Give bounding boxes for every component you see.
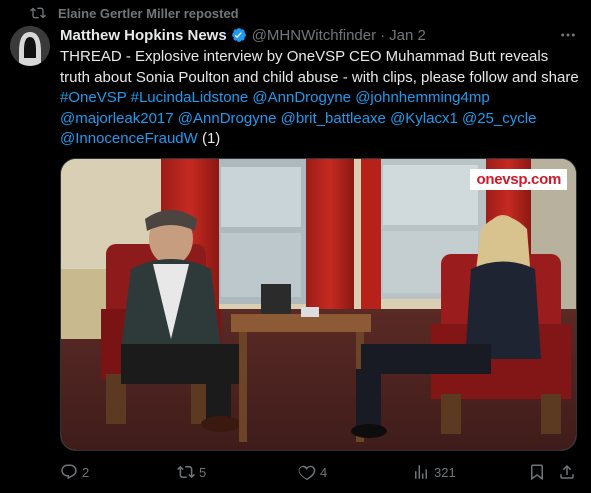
share-icon xyxy=(560,464,574,479)
repost-icon xyxy=(177,465,195,479)
separator-dot: · xyxy=(380,26,386,44)
author-name[interactable]: Matthew Hopkins News xyxy=(60,27,227,44)
repost-text: Elaine Gertler Miller reposted xyxy=(58,5,239,21)
tweet-date[interactable]: Jan 2 xyxy=(389,27,426,44)
hashtag-link[interactable]: #OneVSP xyxy=(60,89,126,106)
views-chart-icon xyxy=(415,465,427,479)
mention-link[interactable]: @Kylacx1 xyxy=(390,110,458,127)
mention-link[interactable]: @majorleak2017 xyxy=(60,110,174,127)
bookmark-icon xyxy=(531,464,543,481)
reply-button[interactable]: 2 xyxy=(60,462,89,482)
tweet-media-video[interactable]: onevsp.com xyxy=(60,158,577,451)
watermark-logo: onevsp.com xyxy=(470,169,567,190)
repost-icon xyxy=(30,7,46,19)
heart-icon xyxy=(298,465,316,481)
mention-link[interactable]: @AnnDrogyne xyxy=(252,89,351,106)
interview-scene-image xyxy=(61,159,576,450)
bookmark-button[interactable] xyxy=(528,462,546,482)
mention-link[interactable]: @25_cycle xyxy=(462,110,536,127)
mention-link[interactable]: @AnnDrogyne xyxy=(178,110,277,127)
tweet-header: Matthew Hopkins News @MHNWitchfinder · J… xyxy=(60,25,426,45)
more-options-icon[interactable] xyxy=(557,25,579,45)
thread-counter: (1) xyxy=(201,130,221,147)
repost-button[interactable]: 5 xyxy=(177,462,206,482)
tweet-actions: 2 5 4 321 xyxy=(60,462,580,482)
author-avatar[interactable] xyxy=(10,26,50,66)
mention-link[interactable]: @brit_battleaxe xyxy=(281,110,386,127)
tweet-text: THREAD - Explosive interview by OneVSP C… xyxy=(60,47,580,150)
views-button[interactable]: 321 xyxy=(412,462,456,482)
tweet-body: THREAD - Explosive interview by OneVSP C… xyxy=(60,48,579,86)
verified-badge-icon[interactable] xyxy=(230,26,248,44)
share-button[interactable] xyxy=(558,462,576,482)
reply-icon xyxy=(61,464,77,480)
views-count: 321 xyxy=(434,464,456,480)
repost-context[interactable]: Elaine Gertler Miller reposted xyxy=(30,4,239,22)
mention-link[interactable]: @johnhemming4mp xyxy=(355,89,489,106)
mention-link[interactable]: @InnocenceFraudW xyxy=(60,130,198,147)
like-count: 4 xyxy=(320,464,328,480)
reply-count: 2 xyxy=(82,464,90,480)
repost-count: 5 xyxy=(199,464,207,480)
author-handle[interactable]: @MHNWitchfinder xyxy=(252,27,376,44)
hashtag-link[interactable]: #LucindaLidstone xyxy=(131,89,249,106)
like-button[interactable]: 4 xyxy=(298,462,327,482)
